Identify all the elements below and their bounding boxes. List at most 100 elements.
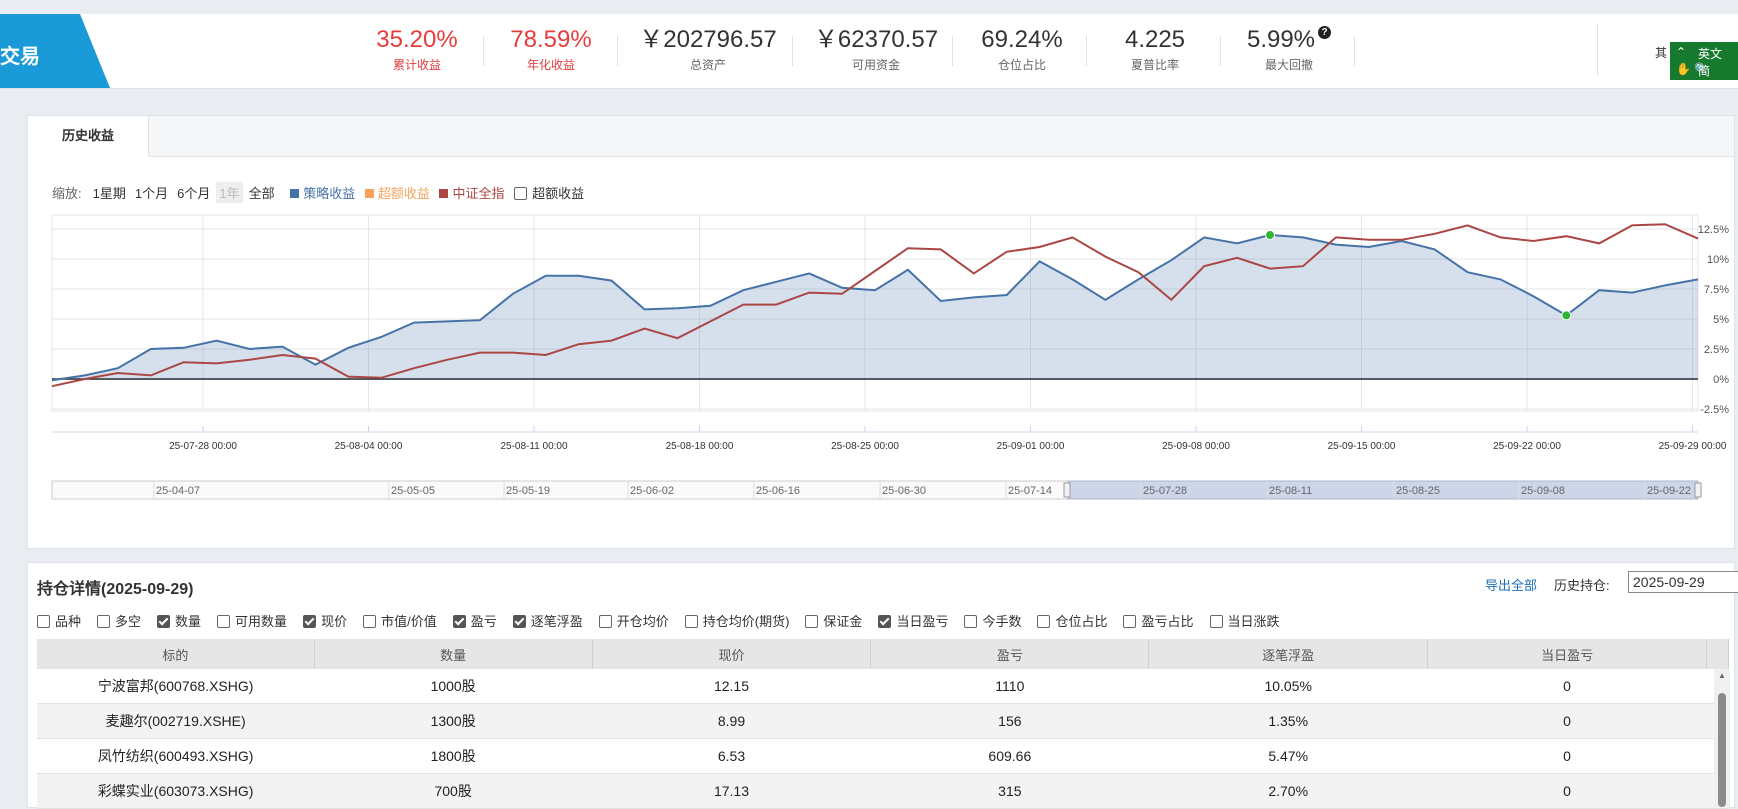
stat-label: 最大回撤 xyxy=(1264,58,1313,72)
column-toggle[interactable]: 现价 xyxy=(303,611,347,630)
column-header[interactable]: 标的 xyxy=(37,639,315,669)
checkbox-icon[interactable] xyxy=(684,615,698,628)
scroll-thumb[interactable] xyxy=(1718,693,1726,807)
column-toggle[interactable]: 数量 xyxy=(157,611,201,630)
checkbox-icon[interactable] xyxy=(1037,615,1051,628)
navigator-label: 25-08-11 xyxy=(1269,485,1312,497)
history-date-input[interactable] xyxy=(1628,571,1738,593)
navigator-left-handle[interactable] xyxy=(1063,482,1071,498)
navigator-label: 25-06-30 xyxy=(882,485,926,497)
navigator-label: 25-07-28 xyxy=(1143,485,1187,497)
checkbox-icon[interactable] xyxy=(217,615,231,628)
return-chart[interactable]: 12.5%10%7.5%5%2.5%0%-2.5%累计收益25-07-28 00… xyxy=(28,116,1734,548)
checkbox-icon[interactable] xyxy=(452,615,466,628)
ime-language-toggle[interactable]: 英文 xyxy=(1698,45,1722,62)
x-tick-label: 25-09-08 00:00 xyxy=(1162,441,1230,452)
column-toggle-label: 市值/价值 xyxy=(381,614,437,629)
column-header[interactable]: 现价 xyxy=(592,639,872,669)
ime-expand-icon[interactable]: ⌃ xyxy=(1676,45,1686,59)
stat-label: 总资产 xyxy=(689,58,726,72)
column-toggle[interactable]: 逐笔浮盈 xyxy=(512,611,583,630)
navigator-label: 25-09-22 xyxy=(1647,485,1691,497)
ime-toolbar[interactable]: ⌃ 英文 ✋ 🔍 简 xyxy=(1670,42,1738,80)
stat-value: 4.225 xyxy=(1124,26,1186,53)
stat-value: 5.99% xyxy=(1246,26,1316,53)
column-toggle[interactable]: 当日涨跌 xyxy=(1209,611,1280,630)
table-row[interactable]: 凤竹纺织(600493.XSHG) 1800股 6.53 609.66 5.47% 0 xyxy=(37,738,1729,774)
table-cell: 10.05% xyxy=(1148,669,1428,704)
column-toggle-label: 品种 xyxy=(55,614,82,629)
stat-available-cash: ￥62370.57 可用资金 xyxy=(796,26,956,73)
y-tick-label: -2.5% xyxy=(1700,404,1729,416)
checkbox-icon[interactable] xyxy=(1123,615,1137,628)
column-header[interactable]: 数量 xyxy=(314,639,593,669)
checkbox-icon[interactable] xyxy=(878,615,892,628)
column-toggle[interactable]: 市值/价值 xyxy=(363,611,437,630)
table-row[interactable]: 彩蝶实业(603073.XSHG) 700股 17.13 315 2.70% 0 xyxy=(37,773,1729,809)
stat-value: 69.24% xyxy=(981,26,1063,53)
y-tick-label: 10% xyxy=(1707,254,1729,266)
column-toggle-label: 当日盈亏 xyxy=(896,614,949,629)
navigator-label: 25-04-07 xyxy=(156,485,200,497)
table-cell: 0 xyxy=(1427,738,1707,774)
navigator-label: 25-06-16 xyxy=(756,485,800,497)
column-toggle[interactable]: 盈亏占比 xyxy=(1123,611,1194,630)
column-header[interactable]: 盈亏 xyxy=(870,639,1150,669)
checkbox-icon[interactable] xyxy=(598,615,612,628)
brand-banner: 交易 xyxy=(0,14,110,88)
checkbox-icon[interactable] xyxy=(157,615,171,628)
checkbox-icon[interactable] xyxy=(805,615,819,628)
highlight-marker[interactable] xyxy=(1561,310,1572,321)
column-toggle[interactable]: 开仓均价 xyxy=(598,611,669,630)
stat-label: 仓位占比 xyxy=(997,58,1046,72)
positions-title: 持仓详情(2025-09-29) xyxy=(37,581,194,598)
checkbox-icon[interactable] xyxy=(363,615,377,628)
navigator-label: 25-05-05 xyxy=(391,485,435,497)
checkbox-icon[interactable] xyxy=(37,615,50,628)
table-row[interactable]: 麦趣尔(002719.XSHE) 1300股 8.99 156 1.35% 0 xyxy=(37,703,1729,739)
navigator-right-handle[interactable] xyxy=(1694,482,1702,498)
column-toggle[interactable]: 盈亏 xyxy=(452,611,497,630)
table-header-row: 标的 数量 现价 盈亏 逐笔浮盈 当日盈亏 xyxy=(37,639,1729,669)
highlight-marker[interactable] xyxy=(1265,230,1276,240)
scroll-up-icon[interactable]: ▲ xyxy=(1718,671,1726,680)
column-toggle[interactable]: 持仓均价(期货) xyxy=(684,611,789,630)
column-toggle[interactable]: 当日盈亏 xyxy=(878,611,948,630)
column-toggle[interactable]: 多空 xyxy=(97,611,141,630)
history-return-panel: 历史收益 缩放: 1星期 1个月 6个月 1年 全部 策略收益 超额收益 中证全指 超额收… xyxy=(27,115,1735,549)
table-row[interactable]: 宁波富邦(600768.XSHG) 1000股 12.15 1110 10.05% 0 xyxy=(37,669,1729,704)
column-header[interactable]: 逐笔浮盈 xyxy=(1148,639,1429,669)
column-toggle-label: 仓位占比 xyxy=(1055,614,1108,629)
column-toggle-label: 今手数 xyxy=(982,614,1022,629)
checkbox-icon[interactable] xyxy=(1209,615,1223,628)
column-toggle[interactable]: 品种 xyxy=(37,611,81,630)
column-toggle[interactable]: 可用数量 xyxy=(217,611,287,630)
column-toggle[interactable]: 保证金 xyxy=(805,611,862,630)
x-tick-label: 25-08-25 00:00 xyxy=(831,441,899,452)
checkbox-icon[interactable] xyxy=(964,615,978,628)
x-tick-label: 25-09-15 00:00 xyxy=(1328,441,1396,452)
column-header[interactable]: 当日盈亏 xyxy=(1427,639,1708,669)
export-all-link[interactable]: 导出全部 xyxy=(1485,575,1537,594)
summary-header: 交易 35.20% 累计收益 78.59% 年化收益 ￥202796.57 总资… xyxy=(0,14,1738,89)
checkbox-icon[interactable] xyxy=(512,615,526,628)
stat-sharpe-ratio: 4.225 夏普比率 xyxy=(1088,26,1222,73)
y-tick-label: 2.5% xyxy=(1704,344,1729,356)
stat-label: 年化收益 xyxy=(526,58,575,72)
checkbox-icon[interactable] xyxy=(303,615,317,628)
column-toggle[interactable]: 今手数 xyxy=(964,611,1021,630)
y-tick-label: 7.5% xyxy=(1704,284,1729,296)
help-icon[interactable]: ? xyxy=(1318,26,1332,39)
more-text[interactable]: 其 xyxy=(1655,44,1667,61)
divider xyxy=(952,36,953,66)
y-tick-label: 0% xyxy=(1713,374,1729,386)
column-toggle[interactable]: 仓位占比 xyxy=(1037,611,1107,630)
stat-label: 可用资金 xyxy=(851,58,900,72)
checkbox-icon[interactable] xyxy=(97,615,111,628)
table-cell: 1110 xyxy=(870,669,1149,704)
navigator-label: 25-08-25 xyxy=(1396,485,1440,497)
ime-simplified-toggle[interactable]: 简 xyxy=(1698,62,1710,79)
stat-label: 夏普比率 xyxy=(1130,58,1179,72)
table-cell: 17.13 xyxy=(592,773,871,809)
table-scrollbar[interactable]: ▲ xyxy=(1714,669,1730,807)
